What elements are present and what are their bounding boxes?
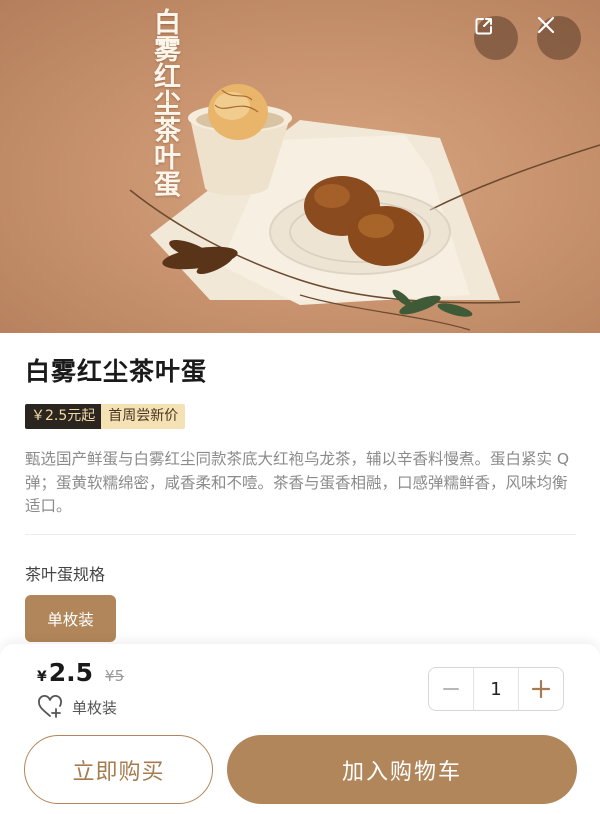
current-price-row: ¥ 2.5 ¥5 [37, 658, 124, 687]
divider [25, 534, 576, 535]
buy-now-button[interactable]: 立即购买 [24, 735, 213, 804]
promo-label: 首周尝新价 [101, 404, 186, 429]
current-price: 2.5 [48, 658, 94, 687]
spec-option-single[interactable]: 单枚装 [25, 595, 116, 642]
share-icon [475, 18, 492, 35]
plus-icon [531, 679, 551, 699]
favorite-heart-icon[interactable] [37, 695, 63, 719]
hero-overlay-title: 白雾红尘茶叶蛋 [149, 8, 180, 197]
increase-quantity-button[interactable] [519, 668, 563, 710]
product-title: 白雾红尘茶叶蛋 [25, 357, 208, 386]
minus-icon [443, 688, 459, 690]
product-hero-image: 白雾红尘茶叶蛋 [0, 0, 600, 333]
promo-price-badge: ￥2.5元起 首周尝新价 [25, 404, 186, 429]
promo-price: ￥2.5元起 [25, 404, 102, 429]
close-button[interactable] [537, 16, 581, 60]
quantity-stepper: 1 [428, 667, 564, 711]
spec-section-label: 茶叶蛋规格 [25, 565, 106, 584]
quantity-value[interactable]: 1 [473, 668, 519, 710]
decrease-quantity-button[interactable] [429, 668, 473, 710]
product-description: 甄选国产鲜蛋与白雾红尘同款茶底大红袍乌龙茶，辅以辛香料慢煮。蛋白紧实 Q 弹；蛋… [25, 450, 570, 515]
currency-symbol: ¥ [37, 669, 47, 685]
share-button[interactable] [474, 16, 518, 60]
add-to-cart-button[interactable]: 加入购物车 [227, 735, 577, 804]
close-icon [537, 16, 555, 34]
selected-spec-text: 单枚装 [72, 699, 118, 717]
original-price: ¥5 [105, 667, 125, 685]
